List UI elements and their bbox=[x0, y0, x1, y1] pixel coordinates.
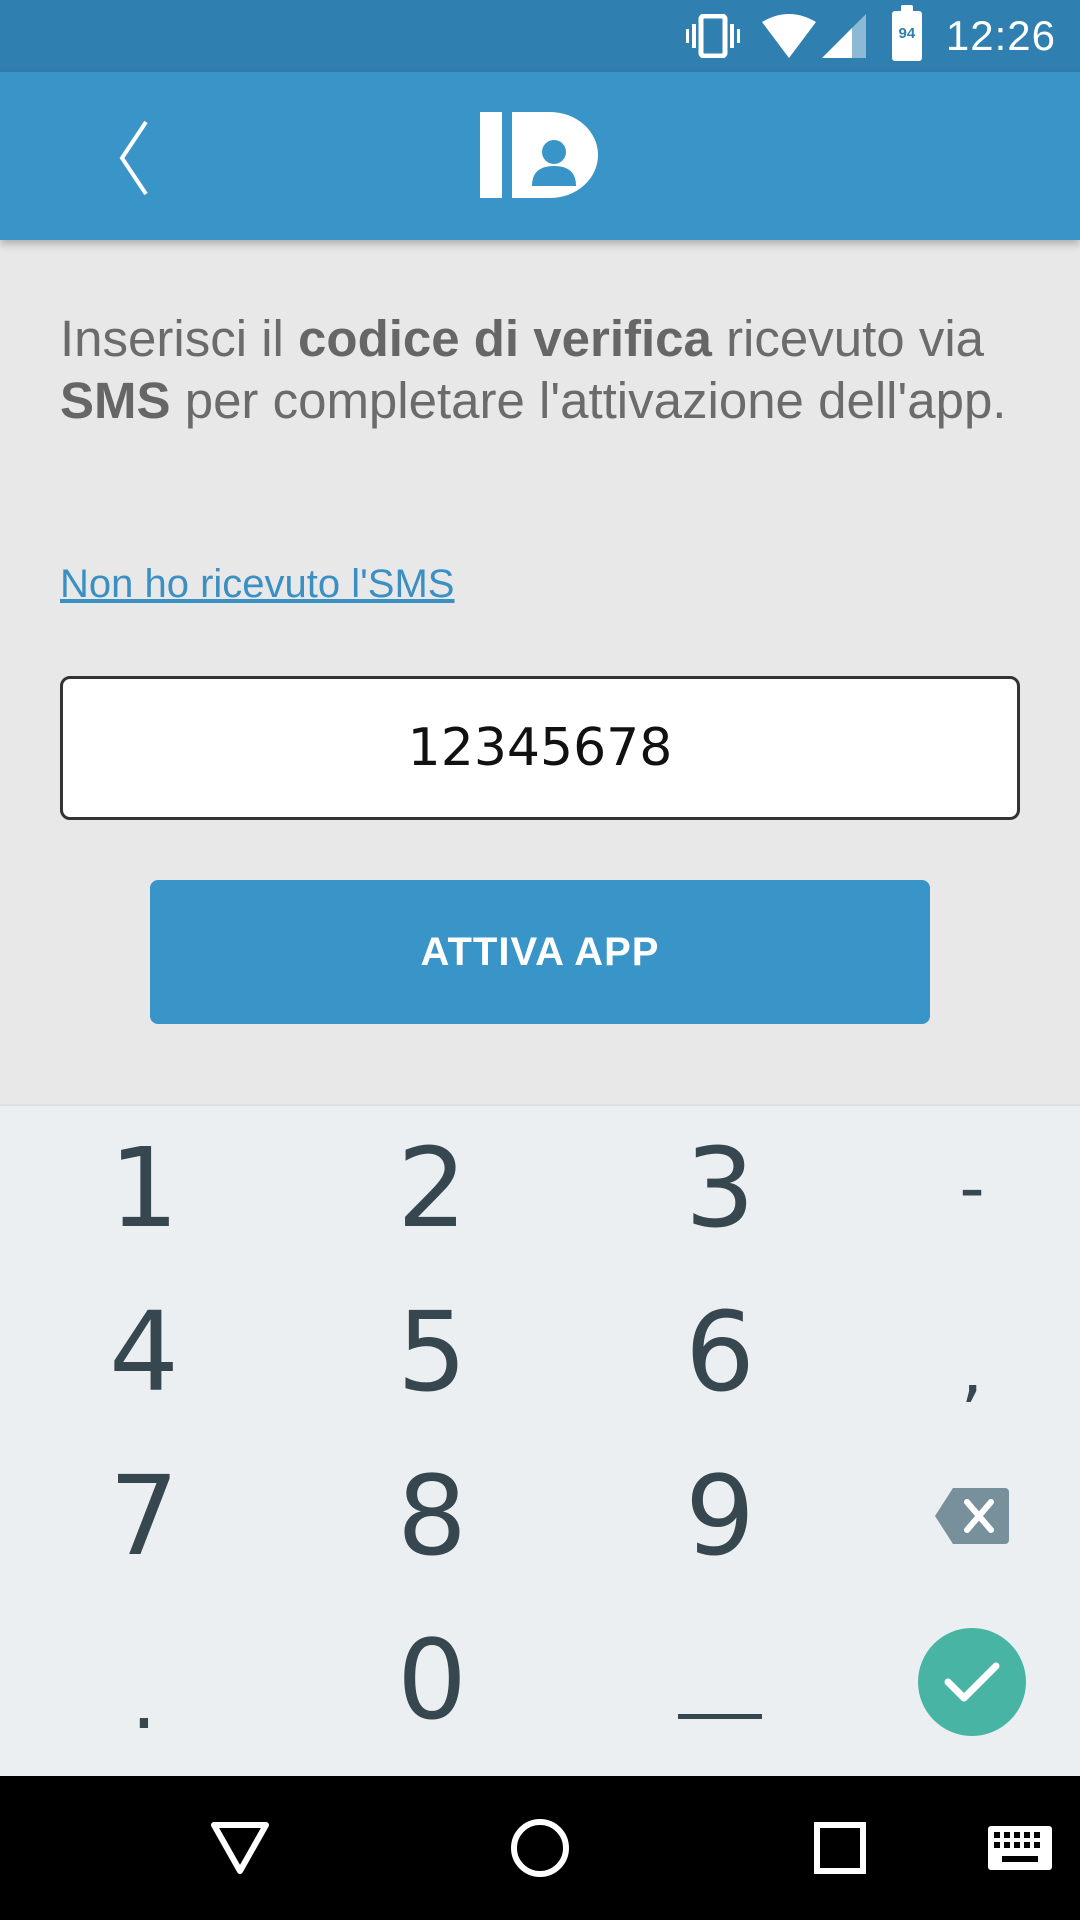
key-dot[interactable]: . bbox=[44, 1600, 244, 1760]
key-2[interactable]: 2 bbox=[332, 1108, 532, 1268]
key-6[interactable]: 6 bbox=[620, 1272, 820, 1432]
vibrate-icon bbox=[685, 14, 740, 58]
chevron-left-icon bbox=[119, 120, 148, 196]
key-backspace[interactable] bbox=[872, 1436, 1072, 1596]
instruction-bold: codice di verifica bbox=[298, 310, 712, 367]
key-dot-label: . bbox=[131, 1653, 157, 1747]
keyboard-icon bbox=[988, 1826, 1052, 1870]
triangle-back-icon bbox=[211, 1822, 269, 1874]
done-button[interactable] bbox=[918, 1628, 1026, 1736]
key-0[interactable]: 0 bbox=[332, 1600, 532, 1760]
battery-level: 94 bbox=[898, 25, 916, 42]
nav-keyboard-button[interactable] bbox=[960, 1776, 1080, 1920]
status-time: 12:26 bbox=[945, 12, 1056, 59]
instruction-part: Inserisci il bbox=[60, 310, 299, 367]
space-icon bbox=[678, 1714, 762, 1719]
signal-icon bbox=[821, 14, 866, 58]
nav-home-button[interactable] bbox=[480, 1776, 600, 1920]
battery-icon: 94 bbox=[891, 5, 922, 61]
instruction-part: ricevuto via bbox=[711, 310, 985, 367]
key-5[interactable]: 5 bbox=[332, 1272, 532, 1432]
backspace-icon bbox=[935, 1488, 1009, 1544]
square-recents-icon bbox=[814, 1822, 866, 1874]
key-4[interactable]: 4 bbox=[44, 1272, 244, 1432]
verification-code-input[interactable]: 12345678 bbox=[60, 676, 1020, 820]
instruction-text: Inserisci il codice di verifica ricevuto… bbox=[60, 308, 1020, 432]
app-bar bbox=[0, 72, 1080, 240]
status-bar: 94 12:26 bbox=[0, 0, 1080, 72]
check-icon bbox=[944, 1662, 1000, 1702]
sms-not-received-link[interactable]: Non ho ricevuto l'SMS bbox=[60, 562, 454, 607]
circle-home-icon bbox=[511, 1819, 569, 1877]
key-1[interactable]: 1 bbox=[44, 1108, 244, 1268]
back-button[interactable] bbox=[96, 108, 176, 208]
wifi-icon bbox=[761, 14, 816, 58]
instruction-part: per completare l'attivazione dell'app. bbox=[170, 372, 1007, 429]
activate-app-button[interactable]: ATTIVA APP bbox=[150, 880, 930, 1024]
key-9[interactable]: 9 bbox=[620, 1436, 820, 1596]
key-dash[interactable]: - bbox=[872, 1108, 1072, 1268]
key-comma[interactable]: , bbox=[872, 1290, 1072, 1450]
app-logo bbox=[480, 112, 600, 200]
nav-back-button[interactable] bbox=[180, 1776, 300, 1920]
key-3[interactable]: 3 bbox=[620, 1108, 820, 1268]
key-space[interactable] bbox=[620, 1600, 820, 1760]
instruction-bold: SMS bbox=[60, 372, 171, 429]
key-7[interactable]: 7 bbox=[44, 1436, 244, 1596]
nav-recents-button[interactable] bbox=[780, 1776, 900, 1920]
key-8[interactable]: 8 bbox=[332, 1436, 532, 1596]
navigation-bar bbox=[0, 1776, 1080, 1920]
